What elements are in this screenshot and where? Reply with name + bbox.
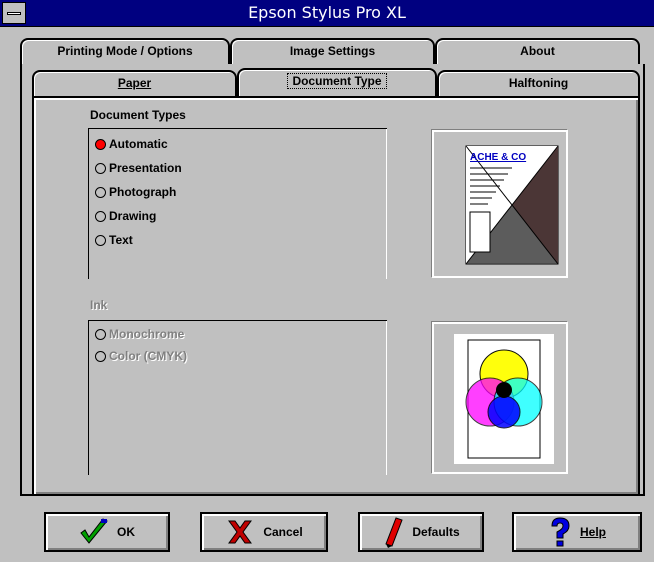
radio-selected-icon	[95, 138, 106, 150]
ink-group: Monochrome Color (CMYK)	[88, 320, 387, 475]
tab-about[interactable]: About	[435, 38, 640, 64]
radio-photograph[interactable]: Photograph	[95, 185, 176, 199]
radio-icon	[95, 234, 106, 246]
radio-label: Presentation	[109, 161, 182, 175]
radio-label: Photograph	[109, 185, 177, 199]
tab-image-settings[interactable]: Image Settings	[230, 38, 435, 64]
document-preview-icon: ACHE & CO	[465, 145, 559, 265]
tab-label: About	[520, 44, 555, 58]
document-type-panel: Document Types Automatic Presentation Ph…	[32, 96, 640, 496]
radio-label: Monochrome	[109, 327, 185, 341]
radio-monochrome[interactable]: Monochrome	[95, 327, 184, 341]
cancel-x-icon	[228, 520, 253, 544]
ok-button[interactable]: OK	[44, 512, 170, 552]
document-types-group: Automatic Presentation Photograph Drawin…	[88, 128, 387, 279]
preview-doc-text: ACHE & CO	[470, 152, 526, 163]
radio-icon	[95, 186, 106, 198]
ink-preview	[432, 322, 568, 474]
tab-document-type[interactable]: Document Type	[237, 68, 437, 96]
radio-automatic[interactable]: Automatic	[95, 137, 168, 151]
defaults-pencil-icon	[385, 517, 403, 548]
radio-label: Text	[109, 233, 133, 247]
cancel-label: Cancel	[263, 525, 303, 539]
defaults-label: Defaults	[412, 525, 460, 539]
tab-label: Paper	[117, 76, 152, 90]
tab-label: Halftoning	[508, 76, 569, 90]
help-label: Help	[579, 525, 606, 539]
title-bar: Epson Stylus Pro XL	[0, 0, 654, 27]
help-button[interactable]: Help	[512, 512, 642, 552]
radio-label: Drawing	[109, 209, 157, 223]
help-question-icon	[551, 517, 570, 547]
radio-drawing[interactable]: Drawing	[95, 209, 156, 223]
tab-printing-mode-options[interactable]: Printing Mode / Options	[20, 38, 230, 64]
ok-label: OK	[117, 525, 135, 539]
radio-icon	[95, 328, 106, 340]
radio-icon	[95, 350, 106, 362]
tab-label: Image Settings	[289, 44, 376, 58]
document-type-preview: ACHE & CO	[432, 130, 568, 278]
radio-label: Automatic	[109, 137, 168, 151]
window-title: Epson Stylus Pro XL	[248, 3, 406, 22]
cancel-button[interactable]: Cancel	[200, 512, 328, 552]
tab-label: Printing Mode / Options	[57, 44, 193, 58]
radio-icon	[95, 210, 106, 222]
radio-label: Color (CMYK)	[109, 349, 187, 363]
document-types-label: Document Types	[90, 108, 186, 122]
tab-paper[interactable]: Paper	[32, 70, 237, 96]
cmyk-circles-icon	[454, 334, 554, 464]
tab-halftoning[interactable]: Halftoning	[437, 70, 640, 96]
radio-icon	[95, 162, 106, 174]
radio-presentation[interactable]: Presentation	[95, 161, 182, 175]
ink-label: Ink	[90, 298, 108, 312]
checkmark-icon	[80, 518, 108, 544]
defaults-button[interactable]: Defaults	[358, 512, 484, 552]
radio-text[interactable]: Text	[95, 233, 133, 247]
tab-label: Document Type	[287, 73, 387, 89]
radio-color-cmyk[interactable]: Color (CMYK)	[95, 349, 187, 363]
